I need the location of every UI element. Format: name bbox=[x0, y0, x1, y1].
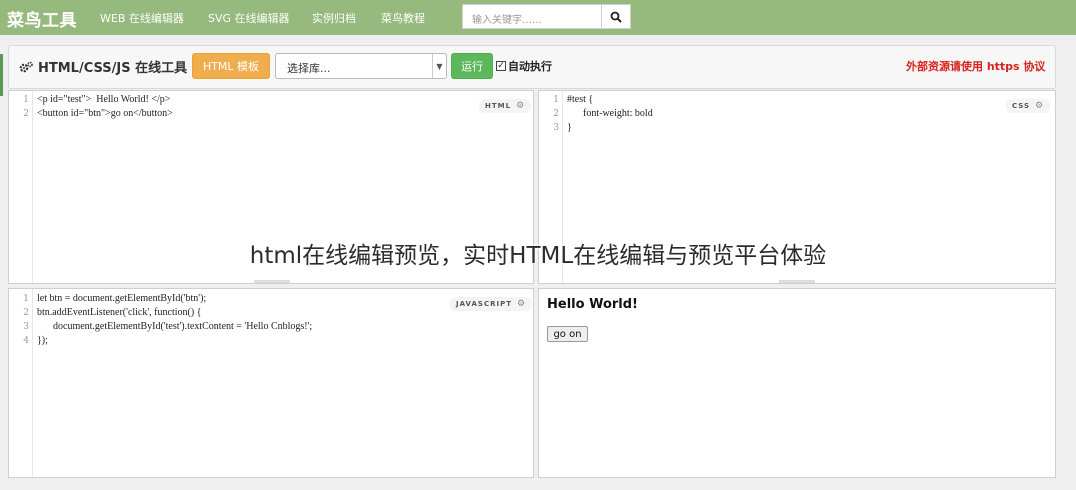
nav-link-svg-editor[interactable]: SVG 在线编辑器 bbox=[208, 10, 290, 26]
article-caption: html在线编辑预览，实时HTML在线编辑与预览平台体验 bbox=[249, 243, 827, 269]
preview-panel: Hello World! go on bbox=[538, 288, 1056, 478]
top-navbar: 菜鸟工具 WEB 在线编辑器 SVG 在线编辑器 实例归档 菜鸟教程 输入关键字… bbox=[0, 0, 1076, 35]
line-number: 2 bbox=[23, 308, 29, 318]
html-panel-tag: HTML ⚙ bbox=[479, 99, 532, 113]
resize-handle[interactable] bbox=[779, 280, 815, 283]
code-line[interactable]: let btn = document.getElementById('btn')… bbox=[37, 293, 206, 304]
library-select-value: 选择库... bbox=[287, 62, 331, 75]
panel-tag-label: JAVASCRIPT bbox=[456, 300, 512, 308]
line-number: 1 bbox=[23, 95, 29, 105]
code-line[interactable]: btn.addEventListener('click', function()… bbox=[37, 307, 201, 318]
line-number: 1 bbox=[23, 294, 29, 304]
nav-link-tutorial[interactable]: 菜鸟教程 bbox=[381, 10, 425, 26]
nav-link-web-editor[interactable]: WEB 在线编辑器 bbox=[100, 10, 184, 26]
code-line[interactable]: font-weight: bold bbox=[583, 108, 653, 119]
line-number: 1 bbox=[553, 95, 559, 105]
line-number: 2 bbox=[23, 109, 29, 119]
code-line[interactable]: #test { bbox=[567, 94, 593, 105]
line-number: 2 bbox=[553, 109, 559, 119]
gear-icon[interactable]: ⚙ bbox=[517, 299, 526, 309]
gear-icon[interactable]: ⚙ bbox=[1035, 101, 1044, 111]
gear-icon[interactable]: ⚙ bbox=[516, 101, 525, 111]
nav-link-examples[interactable]: 实例归档 bbox=[312, 10, 356, 26]
code-line[interactable]: }); bbox=[37, 335, 48, 346]
search-icon bbox=[610, 11, 622, 23]
search-button[interactable] bbox=[601, 4, 631, 29]
line-number: 4 bbox=[23, 336, 29, 346]
chevron-down-icon[interactable]: ▼ bbox=[432, 54, 446, 78]
html-template-button[interactable]: HTML 模板 bbox=[192, 53, 270, 79]
panel-tag-label: HTML bbox=[485, 102, 512, 110]
js-panel-tag: JAVASCRIPT ⚙ bbox=[450, 297, 533, 311]
preview-heading: Hello World! bbox=[547, 297, 638, 312]
code-line[interactable]: <p id="test"> Hello World! </p> bbox=[37, 94, 170, 105]
code-line[interactable]: <button id="btn">go on</button> bbox=[37, 108, 173, 119]
run-button[interactable]: 运行 bbox=[451, 53, 493, 79]
panel-tag-label: CSS bbox=[1012, 102, 1031, 110]
autorun-label: 自动执行 bbox=[508, 60, 552, 73]
tool-title-text: HTML/CSS/JS 在线工具 bbox=[38, 61, 188, 76]
gears-icon bbox=[19, 61, 33, 72]
line-number: 3 bbox=[23, 322, 29, 332]
autorun-toggle[interactable]: ✓ 自动执行 bbox=[496, 58, 552, 74]
preview-go-on-button[interactable]: go on bbox=[547, 326, 588, 342]
side-accent-bar bbox=[0, 54, 3, 96]
autorun-checkbox[interactable]: ✓ bbox=[496, 61, 506, 71]
resize-handle[interactable] bbox=[254, 280, 290, 283]
https-note: 外部资源请使用 https 协议 bbox=[906, 60, 1046, 73]
code-line[interactable]: } bbox=[567, 122, 572, 133]
css-panel-tag: CSS ⚙ bbox=[1006, 99, 1051, 113]
search-input[interactable]: 输入关键字…… bbox=[462, 4, 602, 29]
code-line[interactable]: document.getElementById('test').textCont… bbox=[53, 321, 312, 332]
js-editor-panel[interactable]: 1 let btn = document.getElementById('btn… bbox=[8, 288, 534, 478]
library-select[interactable]: 选择库... ▼ bbox=[275, 53, 447, 79]
tool-title: HTML/CSS/JS 在线工具 bbox=[19, 57, 187, 76]
line-number: 3 bbox=[553, 123, 559, 133]
site-logo[interactable]: 菜鸟工具 bbox=[7, 6, 77, 31]
